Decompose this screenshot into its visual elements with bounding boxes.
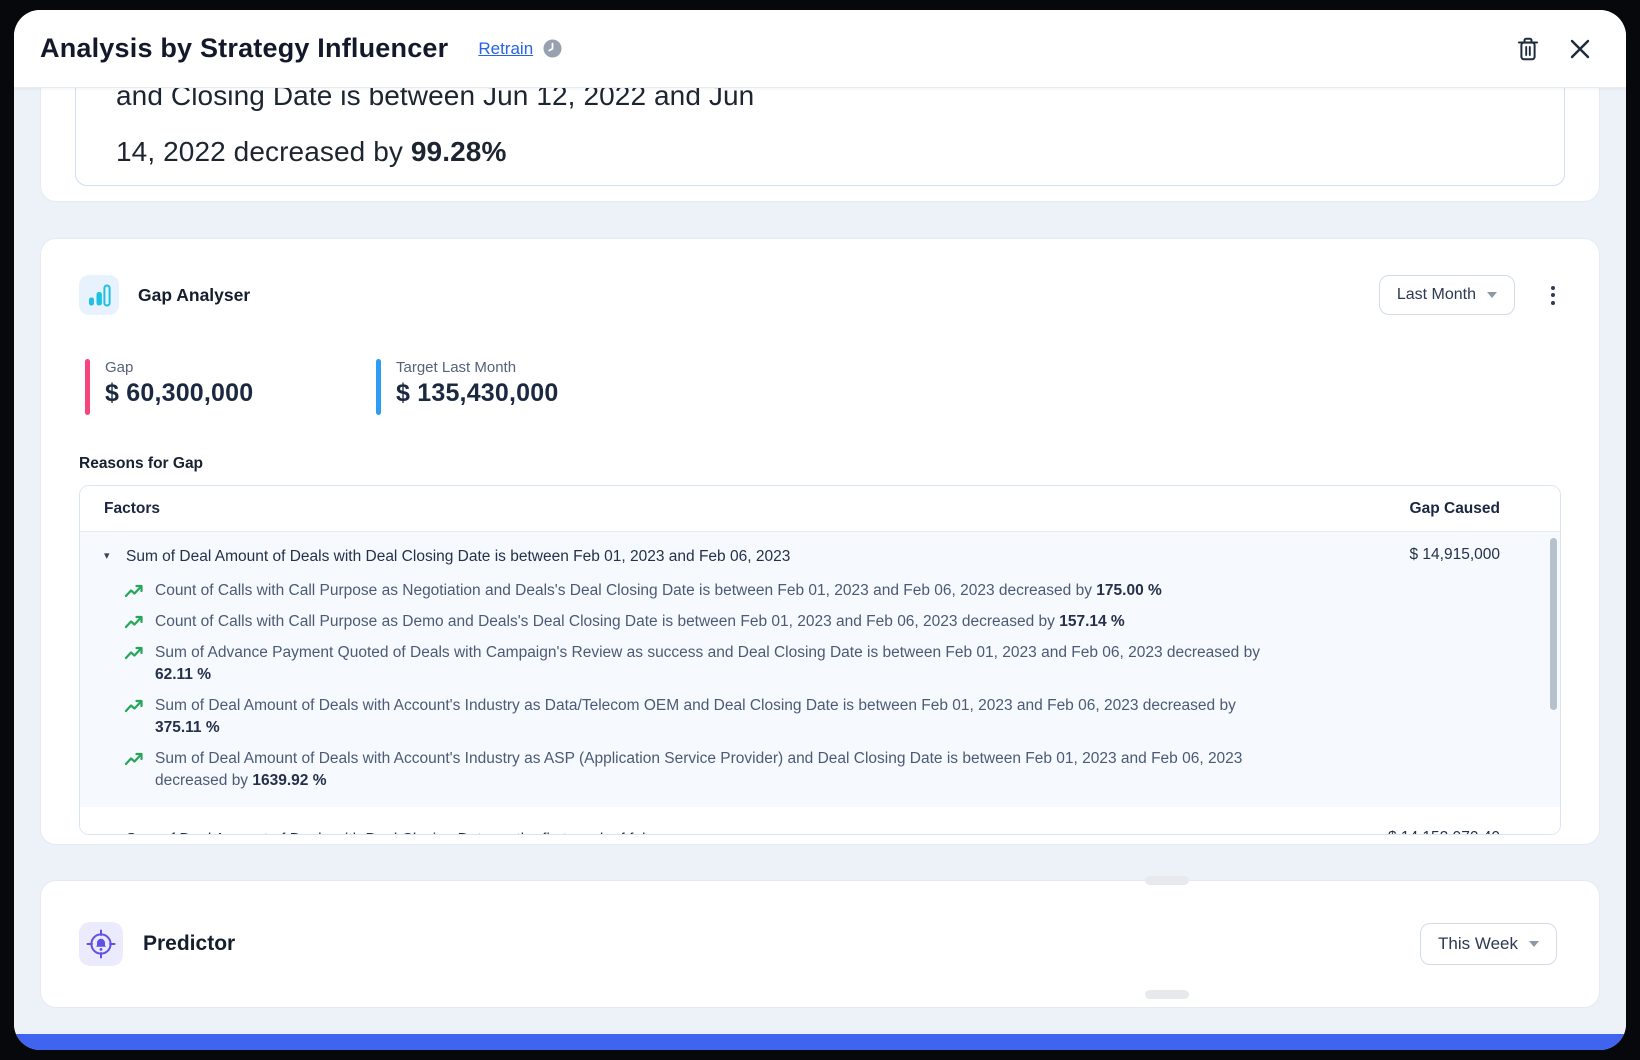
dialog-content: and Closing Date is between Jun 12, 2022…: [14, 88, 1626, 1034]
factor-detail-text: Sum of Advance Payment Quoted of Deals w…: [155, 644, 1260, 683]
history-clock-icon[interactable]: [543, 39, 562, 58]
factor-detail-text: Count of Calls with Call Purpose as Demo…: [155, 613, 1125, 630]
stat-label: Gap: [105, 359, 134, 376]
gap-analyser-card: Gap Analyser Last Month Gap $ 60,300,000 T…: [40, 238, 1600, 845]
bar-chart-icon: [79, 275, 119, 315]
decrease-percent: 175.00 %: [1096, 582, 1162, 599]
factor-row[interactable]: ▾ Sum of Deal Amount of Deals with Deal C…: [80, 532, 1560, 576]
factor-text: Sum of Deal Amount of Deals with Deal Cl…: [126, 548, 791, 565]
retrain-link[interactable]: Retrain: [478, 39, 533, 59]
skeleton-dash: [1145, 990, 1189, 999]
expand-caret-icon[interactable]: ▸: [104, 829, 126, 834]
stat-gap: Gap $ 60,300,000: [85, 359, 310, 415]
collapse-caret-icon[interactable]: ▾: [104, 546, 126, 562]
predictor-card: Predictor This Week: [40, 880, 1600, 1008]
trend-up-icon: [124, 644, 146, 662]
table-scrollbar[interactable]: [1550, 538, 1557, 710]
stat-value: $ 135,430,000: [396, 379, 559, 407]
predictor-period-dropdown[interactable]: This Week: [1420, 923, 1557, 965]
reasons-table-header: Factors Gap Caused: [80, 486, 1560, 532]
column-header-gap-caused: Gap Caused: [1409, 499, 1500, 517]
trend-up-icon: [124, 582, 146, 600]
trend-up-icon: [124, 613, 146, 631]
gap-analyser-title: Gap Analyser: [138, 284, 251, 305]
insight-highlight-box: and Closing Date is between Jun 12, 2022…: [75, 88, 1565, 186]
factor-detail-row: Sum of Deal Amount of Deals with Account…: [80, 744, 1560, 797]
chevron-down-icon: [1529, 941, 1539, 947]
more-options-button[interactable]: [1545, 280, 1561, 311]
factor-detail-row: Sum of Deal Amount of Deals with Account…: [80, 691, 1560, 744]
factor-group: ▸Sum of Deal Amount of Deals with Deal C…: [80, 807, 1560, 834]
app-window: Analysis by Strategy Influencer Retrain: [14, 10, 1626, 1050]
stat-value: $ 60,300,000: [105, 379, 254, 407]
predictor-title: Predictor: [143, 932, 236, 955]
gap-caused-value: $ 14,915,000: [1409, 546, 1500, 563]
insight-percent: 99.28%: [410, 136, 507, 167]
underlay-blue-strip: [14, 1034, 1626, 1050]
factor-group: ▾ Sum of Deal Amount of Deals with Deal C…: [80, 532, 1560, 807]
trend-up-icon: [124, 697, 146, 715]
reasons-table-body: ▾ Sum of Deal Amount of Deals with Deal C…: [80, 532, 1560, 834]
trash-icon: [1518, 37, 1538, 60]
stat-accent-bar: [376, 359, 381, 415]
dialog-header: Analysis by Strategy Influencer Retrain: [14, 10, 1626, 88]
insight-line-1: and Closing Date is between Jun 12, 2022…: [116, 88, 755, 111]
stat-target-last-month: Target Last Month $ 135,430,000: [376, 359, 601, 415]
close-icon: [1570, 39, 1590, 58]
factor-detail-text: Sum of Deal Amount of Deals with Account…: [155, 697, 1236, 736]
reasons-for-gap-title: Reasons for Gap: [79, 455, 204, 472]
insight-card: and Closing Date is between Jun 12, 2022…: [40, 88, 1600, 202]
trend-up-icon: [124, 750, 146, 768]
factor-detail-row: Count of Calls with Call Purpose as Nego…: [80, 576, 1560, 607]
predictor-period-value: This Week: [1438, 934, 1518, 953]
period-dropdown-value: Last Month: [1396, 286, 1476, 303]
stat-label: Target Last Month: [396, 359, 517, 376]
factor-text: Sum of Deal Amount of Deals with Deal Cl…: [126, 829, 1368, 834]
decrease-percent: 62.11 %: [155, 666, 212, 683]
gap-analyser-header: Gap Analyser Last Month: [79, 275, 1561, 315]
factor-detail-row: Count of Calls with Call Purpose as Demo…: [80, 607, 1560, 638]
factor-detail-text: Sum of Deal Amount of Deals with Account…: [155, 750, 1243, 789]
insight-line-2: 14, 2022 decreased by 99.28%: [116, 136, 507, 167]
page-title: Analysis by Strategy Influencer: [40, 33, 449, 63]
decrease-percent: 1639.92 %: [252, 772, 327, 789]
decrease-percent: 157.14 %: [1059, 613, 1125, 630]
period-dropdown[interactable]: Last Month: [1378, 275, 1515, 315]
close-button[interactable]: [1560, 29, 1600, 69]
insight-text: and Closing Date is between Jun 12, 2022…: [116, 88, 754, 180]
predictor-target-icon: [79, 922, 123, 966]
factor-row[interactable]: ▸Sum of Deal Amount of Deals with Deal C…: [80, 829, 1560, 834]
factor-detail-text: Count of Calls with Call Purpose as Nego…: [155, 582, 1162, 599]
chevron-down-icon: [1487, 292, 1497, 298]
gap-caused-value: $ 14,152,970.40: [1368, 829, 1536, 834]
factor-detail-row: Sum of Advance Payment Quoted of Deals w…: [80, 638, 1560, 691]
delete-button[interactable]: [1508, 29, 1548, 69]
gap-stats: Gap $ 60,300,000 Target Last Month $ 135,43…: [79, 359, 1561, 415]
decrease-percent: 375.11 %: [155, 719, 220, 736]
skeleton-dash: [1145, 876, 1189, 885]
reasons-table: Factors Gap Caused ▾ Sum of Deal Amount o…: [79, 485, 1561, 835]
stat-accent-bar: [85, 359, 90, 415]
column-header-factors: Factors: [104, 499, 160, 517]
